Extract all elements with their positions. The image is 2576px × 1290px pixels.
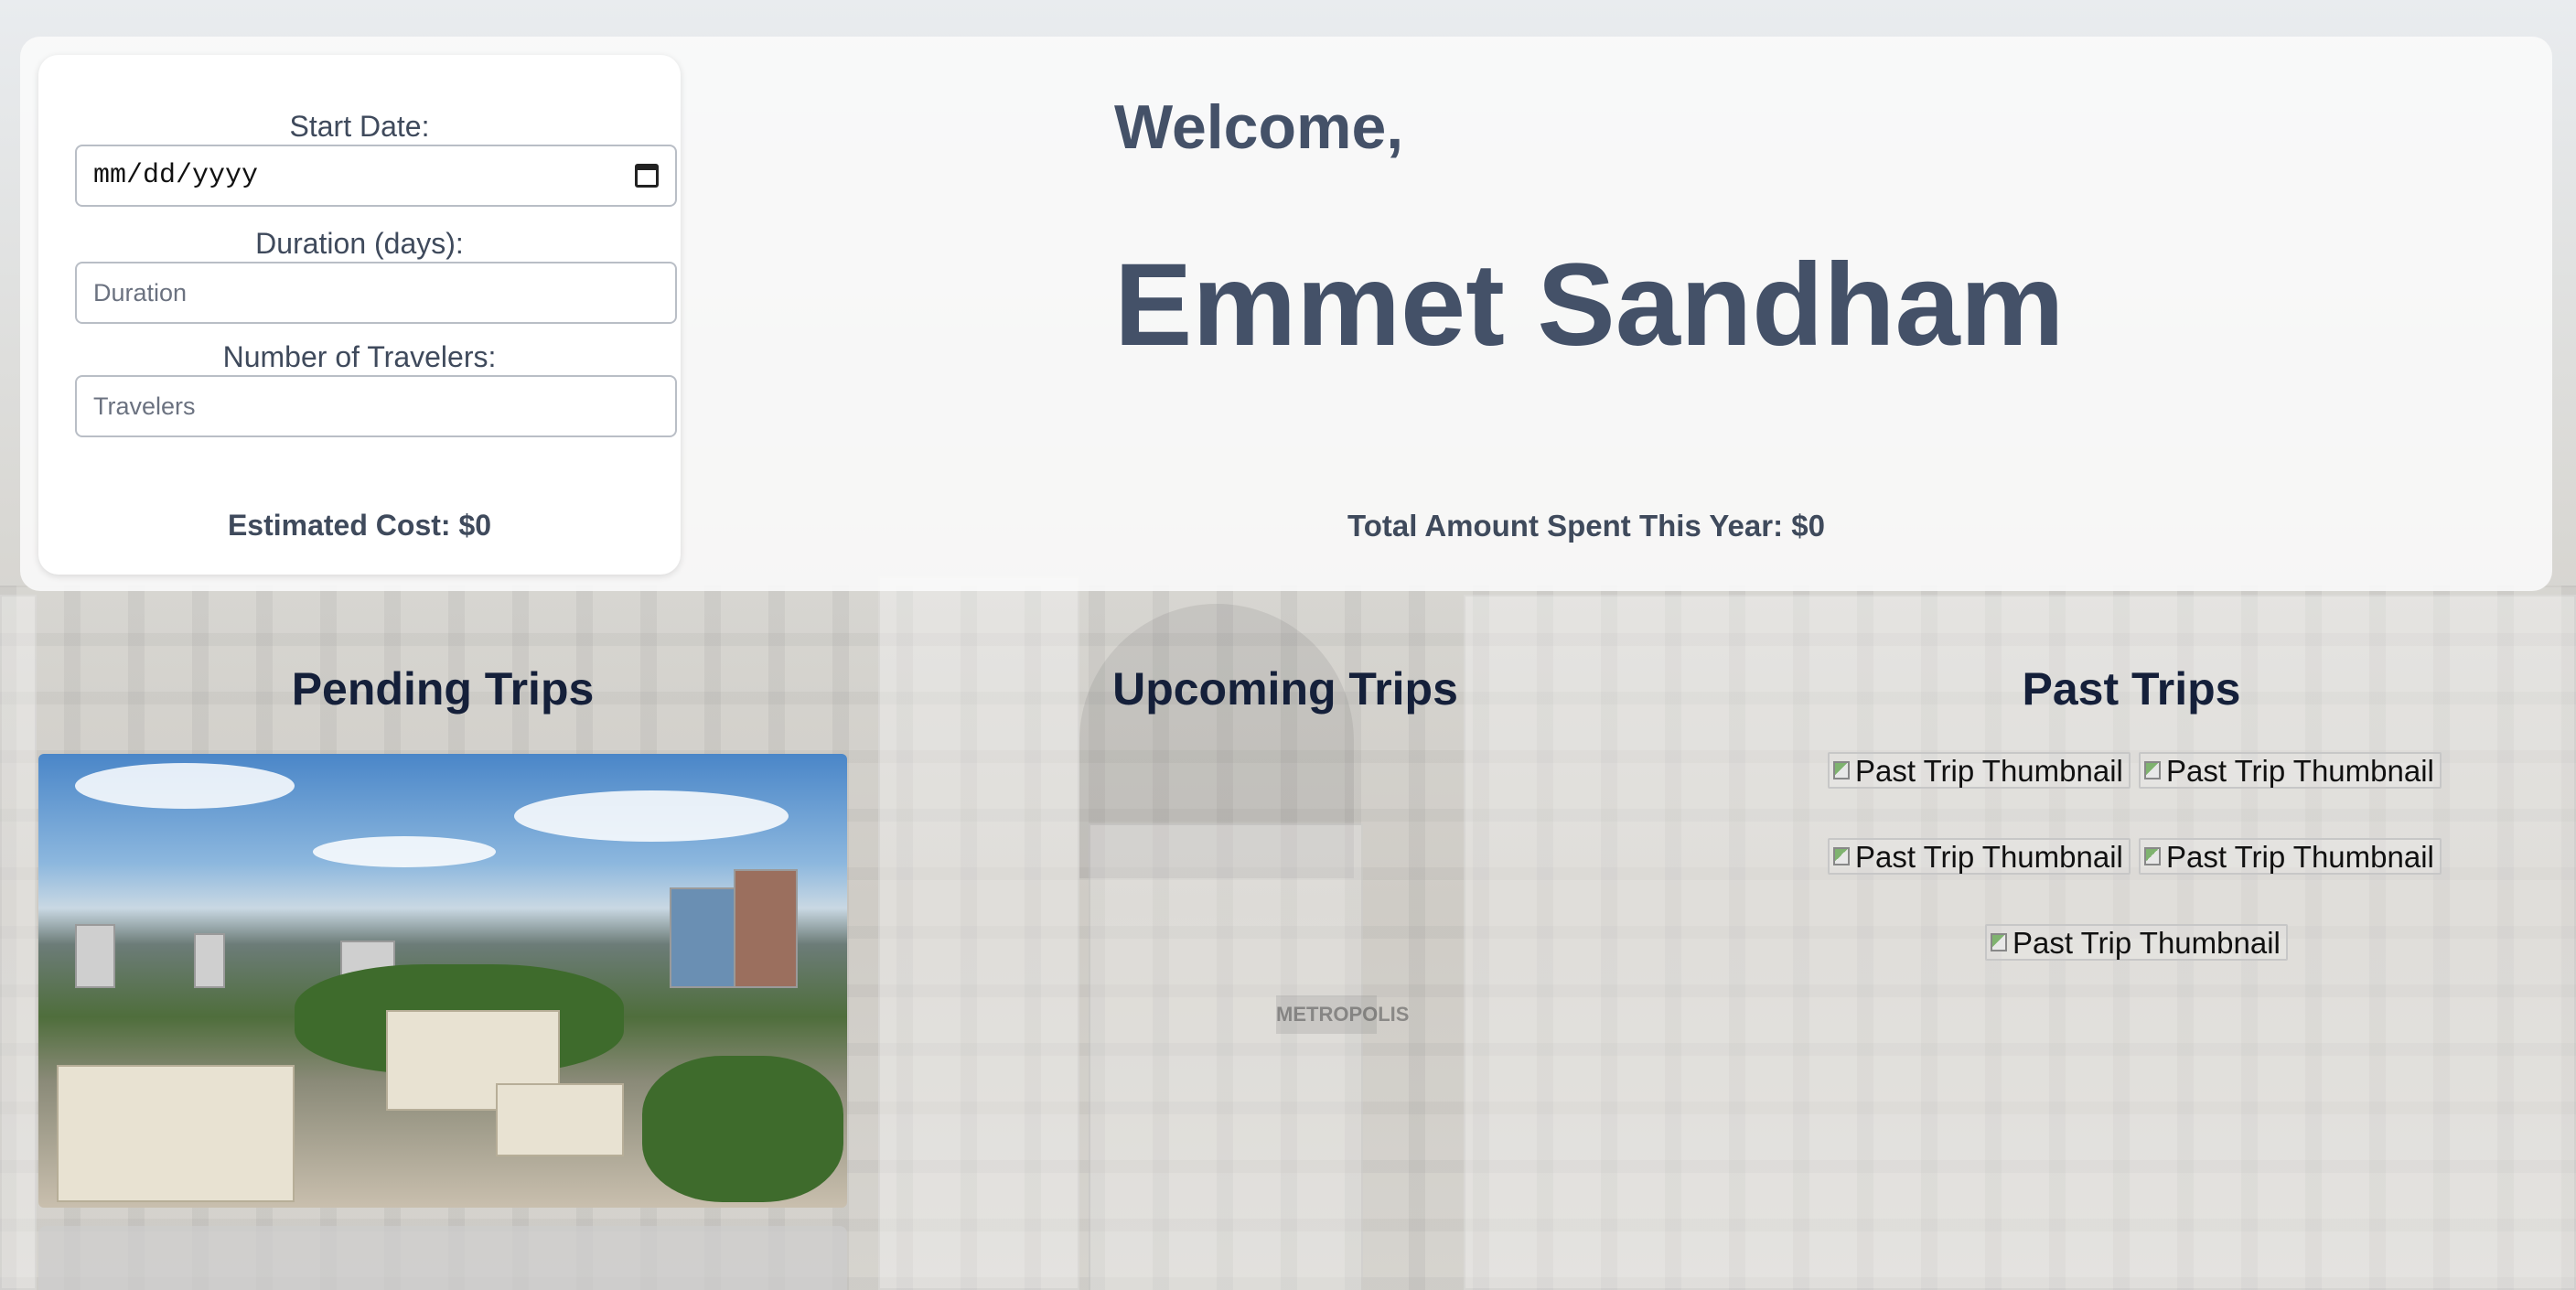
building (75, 924, 115, 988)
pending-trip-image[interactable] (38, 754, 847, 1208)
background-sign: METROPOLIS (1276, 995, 1409, 1034)
start-date-input[interactable]: mm/dd/yyyy (75, 145, 677, 207)
pending-trips-heading: Pending Trips (291, 663, 595, 715)
duration-placeholder: Duration (93, 278, 188, 306)
broken-image-icon (1833, 761, 1850, 779)
pending-trip-card-footer (38, 1226, 847, 1290)
welcome-heading: Welcome, (1114, 92, 1404, 162)
broken-image-icon (2144, 761, 2161, 779)
past-trips-heading: Past Trips (2022, 663, 2241, 715)
building (734, 869, 798, 988)
estimated-cost: Estimated Cost: $0 (227, 509, 492, 542)
rooftop (57, 1065, 295, 1202)
past-trip-thumbnail[interactable]: Past Trip Thumbnail (1985, 924, 2288, 961)
trip-estimator-form: Start Date: mm/dd/yyyy Duration (days): … (38, 55, 681, 575)
thumbnail-alt-text: Past Trip Thumbnail (1855, 840, 2123, 874)
background-building (0, 595, 37, 1290)
thumbnail-alt-text: Past Trip Thumbnail (2166, 840, 2434, 874)
total-spent: Total Amount Spent This Year: $0 (1347, 509, 1825, 543)
travelers-label: Number of Travelers: (222, 340, 497, 373)
background-building (878, 576, 1079, 1290)
background-tower (1089, 823, 1363, 1290)
upcoming-trips-heading: Upcoming Trips (1112, 663, 1458, 715)
travelers-input[interactable]: Travelers (75, 375, 677, 437)
cloud (514, 790, 789, 842)
thumbnail-alt-text: Past Trip Thumbnail (2166, 754, 2434, 788)
thumbnail-alt-text: Past Trip Thumbnail (1855, 754, 2123, 788)
cloud (313, 836, 496, 867)
cloud (75, 763, 295, 809)
duration-input[interactable]: Duration (75, 262, 677, 324)
user-name: Emmet Sandham (1114, 240, 2065, 371)
duration-label: Duration (days): (255, 227, 464, 260)
thumbnail-alt-text: Past Trip Thumbnail (2012, 926, 2281, 960)
past-trip-thumbnail[interactable]: Past Trip Thumbnail (1828, 838, 2131, 875)
start-date-placeholder: mm/dd/yyyy (93, 160, 259, 191)
calendar-icon[interactable] (635, 164, 659, 188)
past-trip-thumbnail[interactable]: Past Trip Thumbnail (2139, 838, 2442, 875)
past-trip-thumbnail[interactable]: Past Trip Thumbnail (2139, 752, 2442, 789)
broken-image-icon (1833, 847, 1850, 865)
building (194, 933, 225, 988)
broken-image-icon (1991, 933, 2007, 951)
broken-image-icon (2144, 847, 2161, 865)
rooftop (496, 1083, 624, 1156)
park (642, 1056, 843, 1202)
start-date-label: Start Date: (289, 110, 430, 143)
past-trip-thumbnail[interactable]: Past Trip Thumbnail (1828, 752, 2131, 789)
travelers-placeholder: Travelers (93, 392, 196, 420)
